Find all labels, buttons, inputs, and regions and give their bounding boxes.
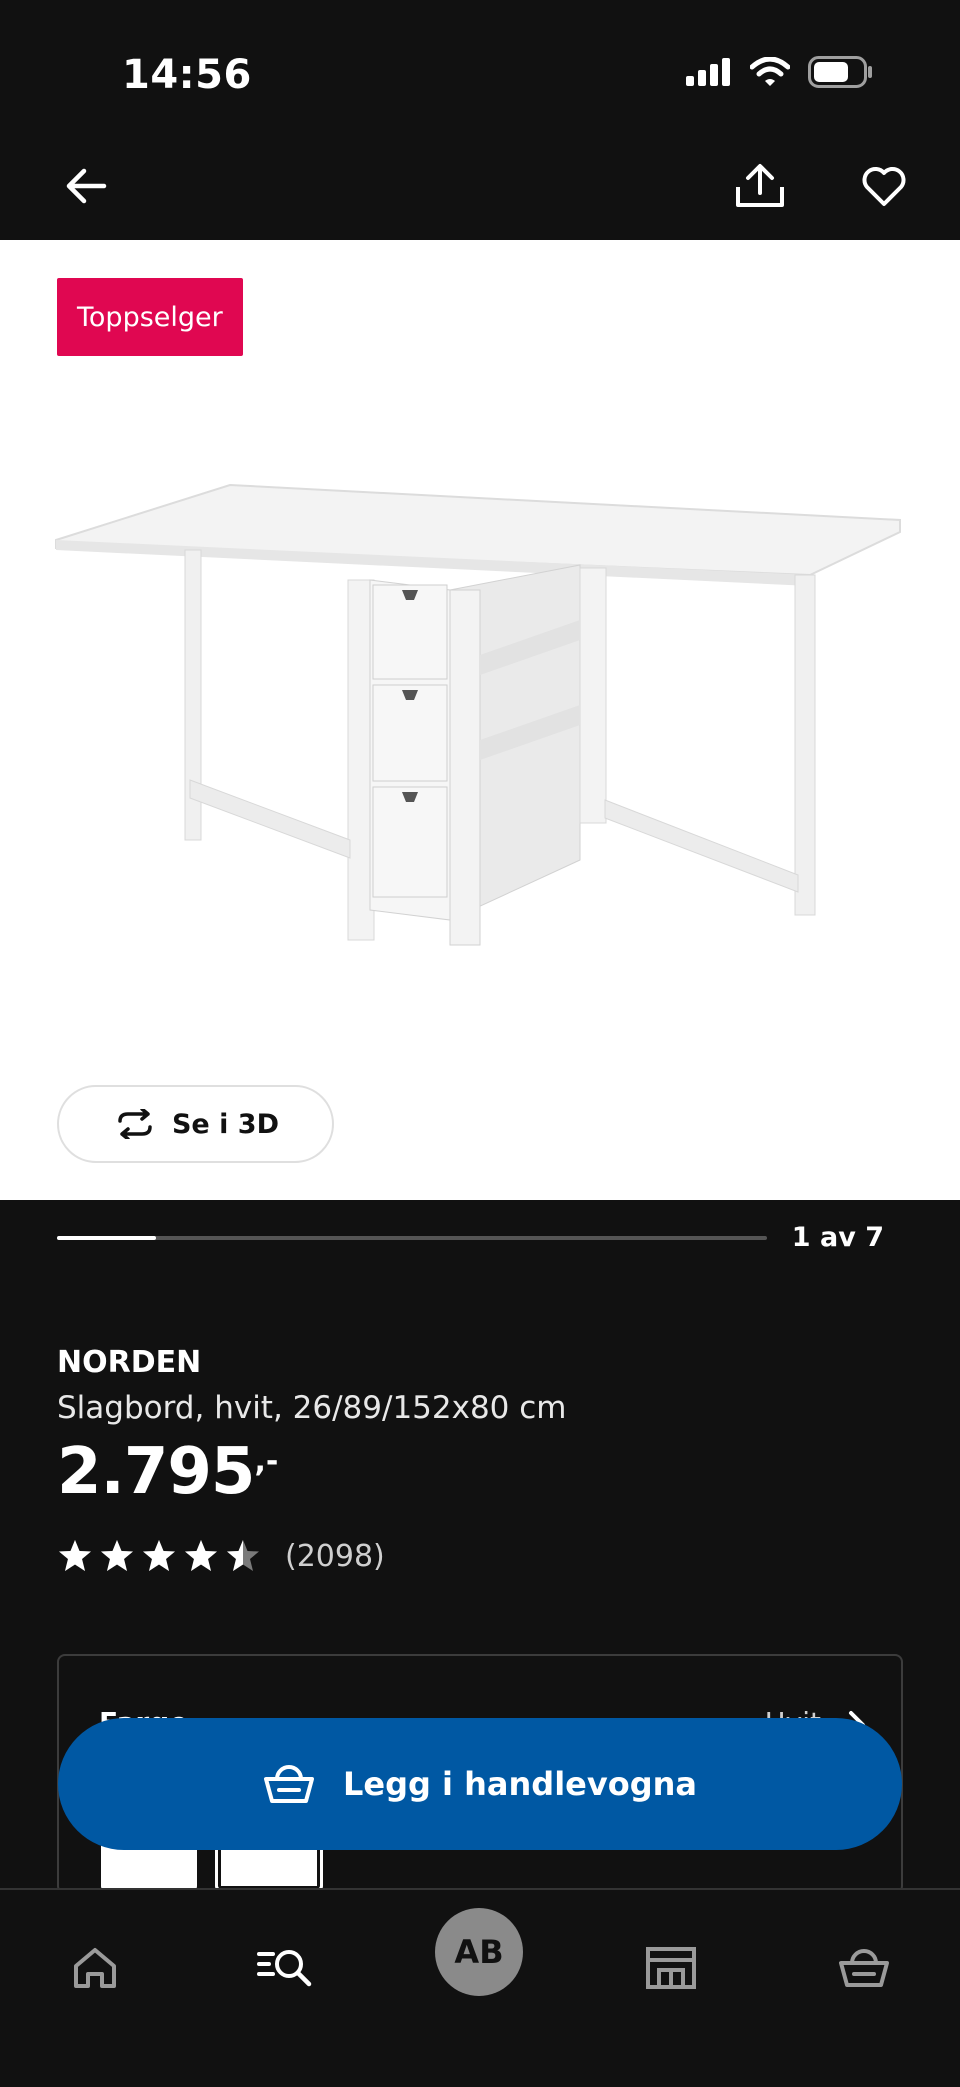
rotate-3d-icon [118, 1109, 152, 1139]
bottom-nav: AB [0, 1888, 960, 2087]
arrow-left-icon [66, 168, 107, 204]
tab-store[interactable] [621, 1918, 721, 2018]
top-nav [0, 140, 960, 240]
star-icon [59, 1540, 91, 1571]
tab-search[interactable] [236, 1918, 336, 2018]
review-count: (2098) [285, 1538, 385, 1574]
product-price: 2.795 ,- [57, 1440, 278, 1504]
back-button[interactable] [46, 146, 126, 226]
price-amount: 2.795 [57, 1435, 255, 1509]
star-icon [227, 1540, 259, 1571]
bestseller-badge: Toppselger [57, 278, 243, 356]
share-icon [736, 164, 784, 207]
gallery-progress-fill [57, 1236, 157, 1240]
share-button[interactable] [720, 146, 800, 226]
add-to-cart-label: Legg i handlevogna [342, 1765, 697, 1803]
battery-icon [808, 56, 872, 88]
favorite-button[interactable] [844, 146, 924, 226]
star-icon [143, 1540, 175, 1571]
product-image [55, 483, 901, 946]
price-suffix: ,- [254, 1444, 279, 1479]
view-3d-button[interactable]: Se i 3D [57, 1085, 334, 1163]
star-icon [101, 1540, 133, 1571]
tab-home[interactable] [45, 1918, 145, 2018]
view-3d-label: Se i 3D [171, 1108, 279, 1140]
search-icon [257, 1950, 312, 1987]
gallery-counter: 1 av 7 [791, 1222, 884, 1253]
product-media[interactable]: Toppselger Se i 3D [0, 240, 960, 1200]
tab-cart[interactable] [814, 1918, 914, 2018]
product-rating[interactable]: (2098) [57, 1538, 385, 1574]
product-name: NORDEN [57, 1345, 202, 1380]
status-bar: 14:56 [0, 0, 960, 140]
gallery-progress-bar [57, 1236, 767, 1240]
heart-icon [862, 167, 906, 206]
product-description: Slagbord, hvit, 26/89/152x80 cm [57, 1390, 567, 1426]
home-icon [74, 1948, 116, 1988]
star-icon [185, 1540, 217, 1571]
tab-account-avatar[interactable]: AB [435, 1908, 523, 1996]
status-time: 14:56 [122, 52, 252, 98]
shopping-basket-icon [263, 1765, 314, 1803]
cellular-signal-icon [686, 58, 730, 86]
wifi-icon [750, 57, 790, 86]
rating-stars [57, 1538, 261, 1574]
status-icons [686, 56, 874, 88]
cart-icon [839, 1949, 889, 1987]
add-to-cart-button[interactable]: Legg i handlevogna [58, 1718, 902, 1850]
store-icon [646, 1947, 696, 1989]
